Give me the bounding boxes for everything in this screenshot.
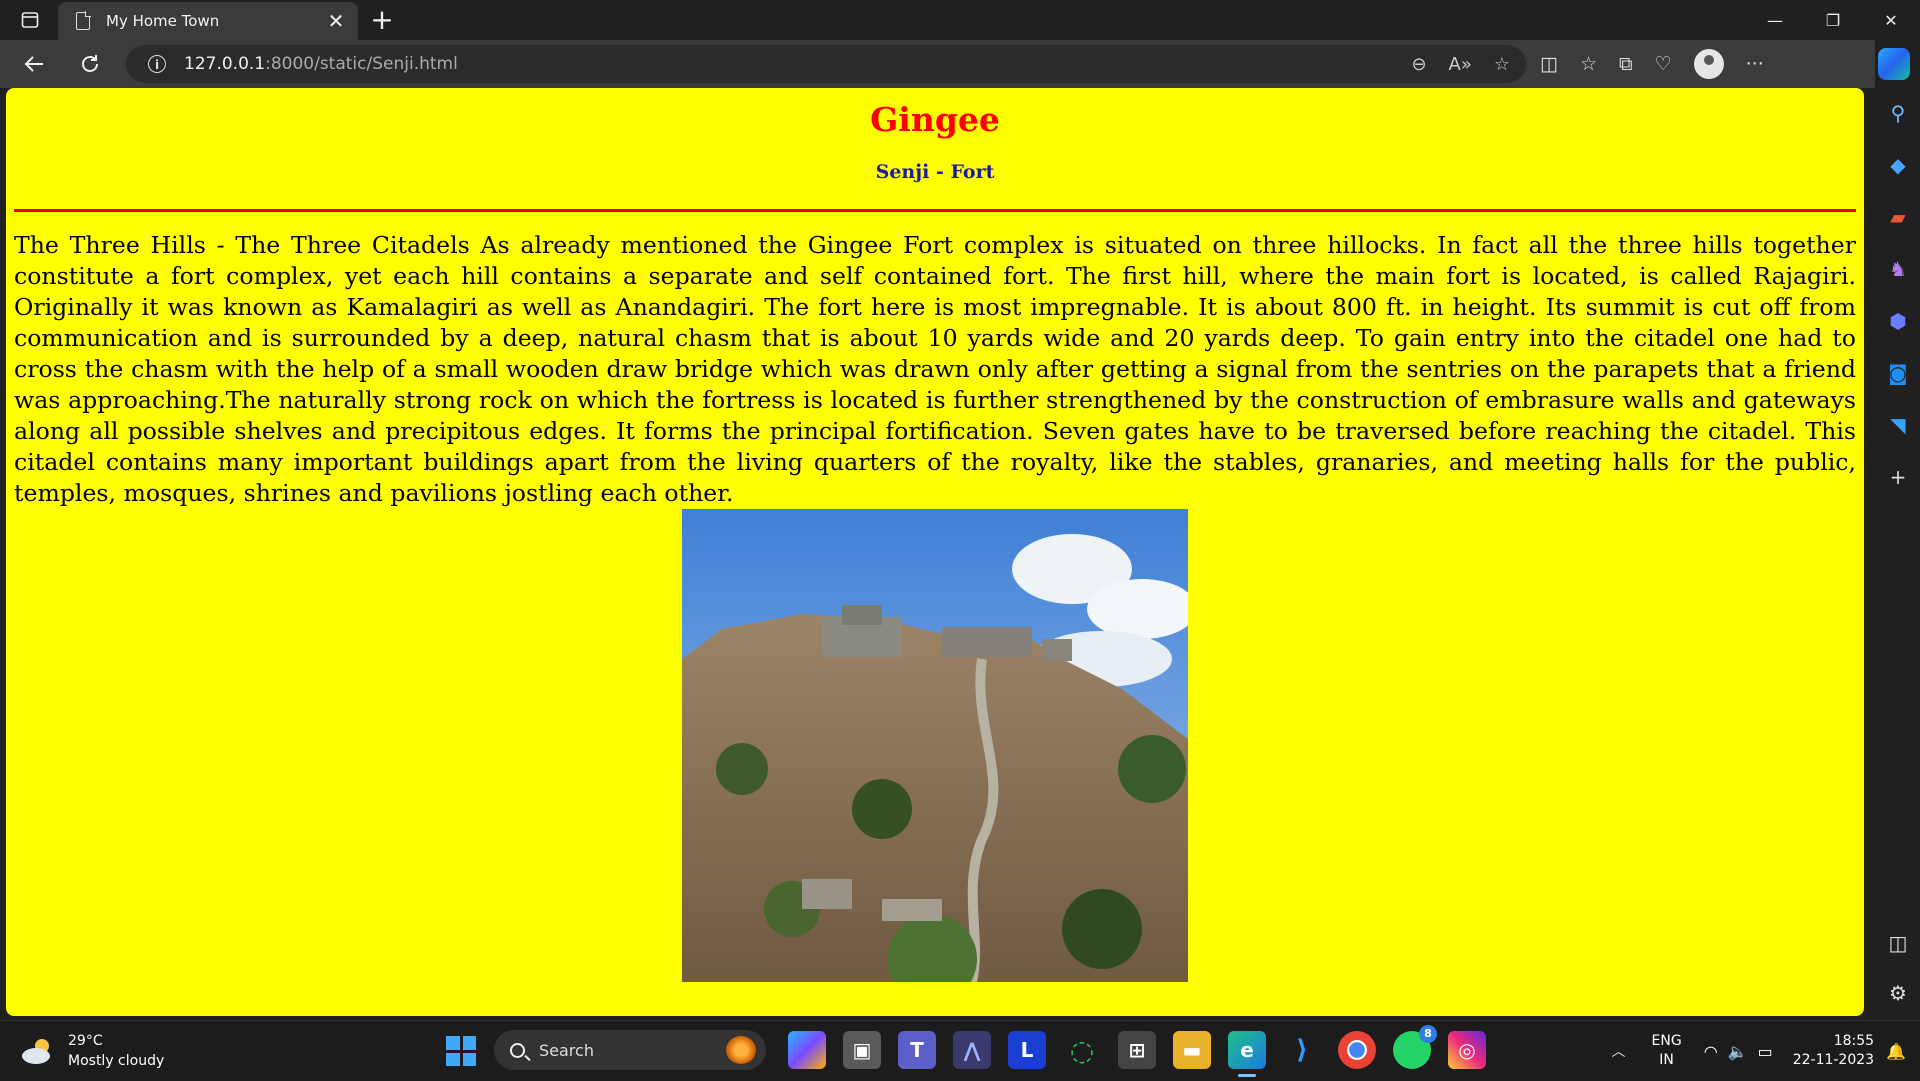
clock[interactable]: 18:55 22-11-2023 — [1793, 1032, 1874, 1070]
tab-actions-icon — [21, 12, 39, 28]
battery-icon[interactable]: ▭ — [1758, 1042, 1773, 1061]
new-tab-button[interactable]: + — [366, 4, 398, 36]
horizontal-rule — [14, 209, 1856, 212]
sidebar-hide-icon[interactable]: ◫ — [1885, 930, 1911, 956]
language-indicator[interactable]: ENG IN — [1652, 1032, 1682, 1070]
volume-icon[interactable]: 🔈 — [1728, 1042, 1748, 1061]
profile-avatar[interactable] — [1693, 49, 1724, 79]
aws-toolkit-icon[interactable]: ⋀ — [953, 1031, 991, 1069]
read-aloud-icon[interactable]: A» — [1449, 54, 1472, 75]
teams-icon[interactable]: T — [898, 1031, 936, 1069]
favorite-star-icon[interactable]: ☆ — [1494, 54, 1510, 75]
instagram-icon[interactable]: ◎ — [1448, 1031, 1486, 1069]
url-text[interactable]: 127.0.0.1:8000/static/Senji.html — [184, 54, 458, 74]
refresh-icon — [82, 55, 98, 72]
chrome-icon[interactable] — [1338, 1031, 1376, 1069]
notification-bell-icon[interactable]: 🔔 — [1886, 1042, 1906, 1061]
zoom-out-icon[interactable]: ⊖ — [1411, 54, 1426, 75]
sidebar-copilot-icon[interactable]: ⬢ — [1885, 308, 1911, 334]
site-info-icon[interactable]: i — [148, 55, 166, 73]
tab-close-icon[interactable]: ✕ — [322, 9, 350, 33]
tab-actions-button[interactable] — [10, 6, 50, 34]
cloudy-weather-icon — [22, 1039, 50, 1064]
split-screen-icon[interactable]: ◫ — [1540, 53, 1558, 75]
browser-toolbar: i 127.0.0.1:8000/static/Senji.html ⊖ A» … — [0, 40, 1875, 88]
close-window-button[interactable]: ✕ — [1862, 0, 1920, 40]
start-button[interactable] — [446, 1036, 476, 1066]
wifi-icon[interactable]: ◠ — [1704, 1042, 1718, 1061]
sidebar-search-icon[interactable]: ⚲ — [1885, 100, 1911, 126]
sidebar-settings-icon[interactable]: ⚙ — [1885, 980, 1911, 1006]
back-arrow-icon — [24, 56, 43, 72]
back-button[interactable] — [18, 48, 50, 80]
search-highlight-icon — [726, 1036, 756, 1064]
weather-temperature: 29°C — [68, 1033, 103, 1049]
show-hidden-icons-button[interactable]: ︿ — [1604, 1041, 1634, 1061]
tab-my-home-town[interactable]: My Home Town ✕ — [58, 2, 358, 40]
sidebar-drop-icon[interactable]: ◥ — [1885, 412, 1911, 438]
page-icon — [76, 11, 91, 30]
sidebar-outlook-icon[interactable]: ◙ — [1885, 360, 1911, 386]
fort-description: The Three Hills - The Three Citadels As … — [14, 231, 1856, 507]
title-bar: My Home Town ✕ + — ❐ ✕ — [0, 0, 1920, 40]
whatsapp-badge: 8 — [1419, 1025, 1437, 1043]
address-bar[interactable]: i 127.0.0.1:8000/static/Senji.html ⊖ A» … — [126, 45, 1526, 83]
copilot-icon[interactable] — [1878, 48, 1910, 80]
refresh-button[interactable] — [74, 48, 106, 80]
sidebar-games-icon[interactable]: ♞ — [1885, 256, 1911, 282]
weather-widget[interactable]: 29°C Mostly cloudy — [20, 1031, 164, 1071]
edge-sidebar: ⚲ ◆ ▰ ♞ ⬢ ◙ ◥ + ◫ ⚙ — [1875, 88, 1920, 1012]
taskbar: 29°C Mostly cloudy Search ▣ T ⋀ L ◌ ⊞ ▬ … — [0, 1020, 1920, 1081]
browser-essentials-icon[interactable]: ♡ — [1655, 53, 1672, 75]
clock-time: 18:55 — [1833, 1033, 1875, 1049]
vscode-icon[interactable]: ⟩ — [1283, 1031, 1321, 1069]
page-subtitle: Senji - Fort — [875, 161, 995, 183]
restore-button[interactable]: ❐ — [1804, 0, 1862, 40]
collections-icon[interactable]: ⧉ — [1619, 53, 1633, 75]
copilot-app-icon[interactable] — [788, 1031, 826, 1069]
page-title: Gingee — [870, 100, 1000, 139]
l-app-icon[interactable]: L — [1008, 1031, 1046, 1069]
sidebar-tools-icon[interactable]: ▰ — [1885, 204, 1911, 230]
sidebar-add-icon[interactable]: + — [1885, 464, 1911, 490]
more-menu-icon[interactable]: ··· — [1746, 53, 1764, 75]
task-view-icon[interactable]: ▣ — [843, 1031, 881, 1069]
minimize-button[interactable]: — — [1746, 0, 1804, 40]
favorites-icon[interactable]: ☆ — [1580, 53, 1597, 75]
edge-browser-icon[interactable]: e — [1228, 1031, 1266, 1077]
sidebar-shopping-icon[interactable]: ◆ — [1885, 152, 1911, 178]
search-icon — [510, 1042, 525, 1058]
whatsapp-icon[interactable]: 8 — [1393, 1025, 1437, 1069]
tab-title: My Home Town — [106, 12, 220, 30]
loading-app-icon[interactable]: ◌ — [1063, 1031, 1101, 1069]
file-explorer-icon[interactable]: ▬ — [1173, 1031, 1211, 1069]
taskbar-search[interactable]: Search — [494, 1030, 766, 1070]
clock-date: 22-11-2023 — [1792, 1052, 1875, 1068]
fort-photo — [682, 509, 1188, 982]
search-label: Search — [539, 1040, 594, 1060]
page-viewport: Gingee Senji - Fort The Three Hills - Th… — [6, 88, 1864, 1016]
weather-description: Mostly cloudy — [68, 1053, 165, 1069]
store-icon[interactable]: ⊞ — [1118, 1031, 1156, 1069]
